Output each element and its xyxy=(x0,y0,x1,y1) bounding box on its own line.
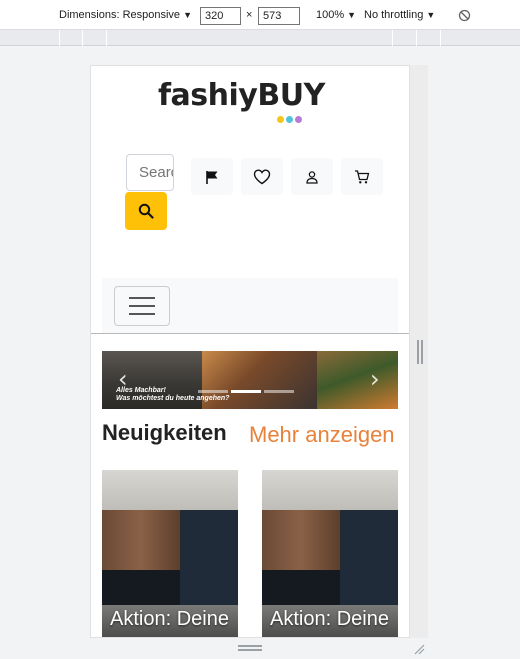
carousel-image-right xyxy=(317,351,398,409)
rotate-disabled-icon[interactable] xyxy=(458,0,471,30)
resize-handle-corner[interactable] xyxy=(413,642,425,655)
chevron-down-icon: ▼ xyxy=(183,10,192,20)
search-input[interactable] xyxy=(126,154,174,191)
hamburger-icon-line xyxy=(129,305,155,307)
show-more-link[interactable]: Mehr anzeigen xyxy=(249,422,395,448)
search-icon xyxy=(138,203,154,219)
logo-dot-cyan xyxy=(286,116,293,123)
zoom-label: 100% xyxy=(316,9,345,21)
carousel-indicator[interactable] xyxy=(264,390,294,393)
cart-icon xyxy=(355,169,370,183)
hamburger-icon xyxy=(129,297,155,299)
card-image-ceiling xyxy=(102,470,238,510)
carousel-prev-icon[interactable]: ‹ xyxy=(118,365,128,393)
height-input[interactable] xyxy=(258,7,300,25)
card-image-oven xyxy=(102,570,180,605)
logo-dots xyxy=(277,110,304,128)
media-query-ruler xyxy=(0,30,520,46)
carousel-indicators xyxy=(198,380,297,398)
chevron-down-icon: ▼ xyxy=(347,10,357,20)
carousel-indicator[interactable] xyxy=(198,390,228,393)
devtools-toolbar: Dimensions: Responsive▼ × 100%▼ No throt… xyxy=(0,0,520,30)
carousel-indicator-active[interactable] xyxy=(231,390,261,393)
card-image-ceiling xyxy=(262,470,398,510)
throttling-label: No throttling xyxy=(364,9,424,21)
site-logo[interactable]: fashiyBUY xyxy=(158,78,325,113)
navbar-toggler-button[interactable] xyxy=(114,286,170,326)
card-image-wood xyxy=(262,510,340,570)
divider xyxy=(91,333,409,334)
navbar xyxy=(102,278,398,334)
heart-icon xyxy=(253,168,271,184)
news-card[interactable]: Aktion: Deine xyxy=(102,470,238,637)
news-card[interactable]: Aktion: Deine xyxy=(262,470,398,637)
wishlist-button[interactable] xyxy=(241,158,283,195)
dimensions-label: Dimensions: Responsive xyxy=(59,9,181,21)
resize-handle-right[interactable] xyxy=(417,340,423,364)
news-card-caption: Aktion: Deine xyxy=(110,608,229,630)
chevron-down-icon: ▼ xyxy=(426,10,436,20)
news-heading: Neuigkeiten xyxy=(102,420,227,445)
news-card-caption: Aktion: Deine xyxy=(270,608,389,630)
hamburger-icon-line xyxy=(129,313,155,315)
resize-handle-bottom[interactable] xyxy=(238,645,262,651)
times-sign: × xyxy=(246,9,253,21)
dimensions-dropdown[interactable]: Dimensions: Responsive ▼ xyxy=(59,0,192,30)
user-icon xyxy=(306,170,318,184)
flag-icon xyxy=(206,170,218,184)
width-input[interactable] xyxy=(200,7,241,25)
card-image-oven xyxy=(262,570,340,605)
carousel-next-icon[interactable]: › xyxy=(370,365,380,393)
hero-carousel: Alles Machbar! Was möchtest du heute ang… xyxy=(102,351,398,409)
account-button[interactable] xyxy=(291,158,333,195)
logo-dot-purple xyxy=(295,116,302,123)
logo-dot-yellow xyxy=(277,116,284,123)
throttling-dropdown[interactable]: No throttling ▼ xyxy=(364,0,435,30)
card-image-wood xyxy=(102,510,180,570)
zoom-dropdown[interactable]: 100% ▼ xyxy=(316,0,356,30)
search-button[interactable] xyxy=(125,192,167,230)
emulated-viewport: fashiyBUY Alles Machbar! Was möchtest du… xyxy=(90,65,410,638)
language-button[interactable] xyxy=(191,158,233,195)
cart-button[interactable] xyxy=(341,158,383,195)
